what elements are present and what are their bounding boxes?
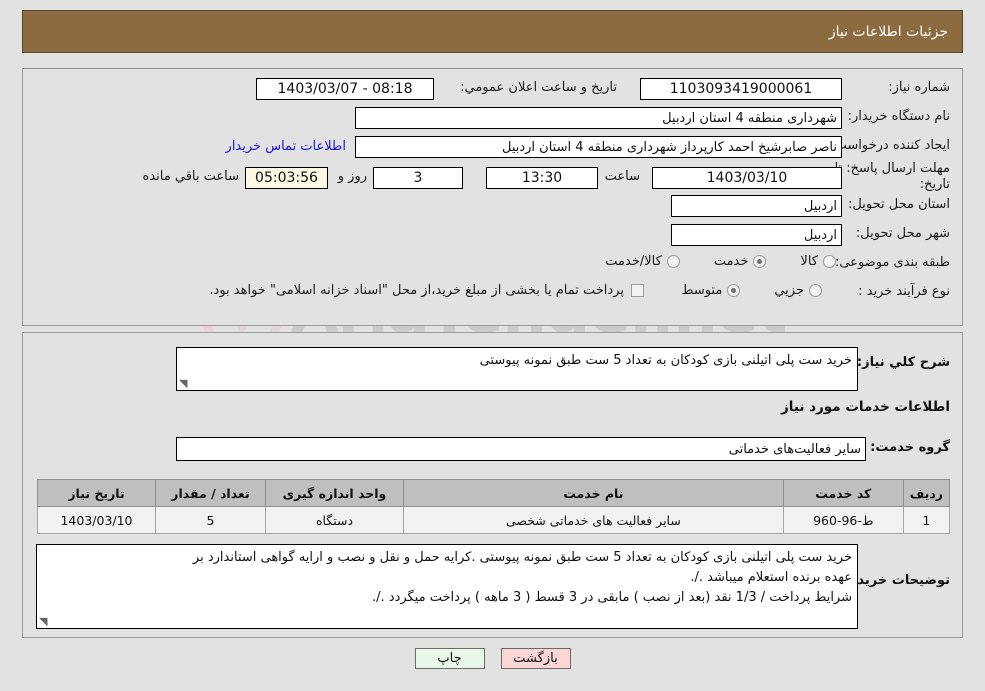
field-category: طبقه بندی موضوعی:	[835, 255, 950, 270]
deadline-time-value: 13:30	[486, 167, 598, 189]
field-delivery-city: شهر محل تحویل:	[856, 226, 950, 241]
field-delivery-province: استان محل تحویل:	[848, 197, 950, 212]
countdown-label-row: ساعت باقي مانده	[143, 169, 239, 184]
resize-grip-icon[interactable]: ◤	[39, 615, 49, 628]
service-group-label: گروه خدمت:	[870, 440, 950, 455]
checkbox-icon[interactable]	[631, 284, 644, 297]
days-label-row: روز و	[338, 169, 367, 184]
window-title-bar: جزئیات اطلاعات نیاز	[22, 10, 963, 53]
days-label: روز و	[337, 169, 367, 184]
summary-textarea[interactable]: خرید ست پلی اتیلنی بازی کودکان به تعداد …	[176, 347, 858, 391]
buyer-notes-textarea[interactable]: خرید ست پلی اتیلنی بازی کودکان به تعداد …	[36, 544, 858, 629]
cell-unit: دستگاه	[265, 506, 404, 534]
category-radio-group: کالا خدمت کالا/خدمت	[605, 254, 836, 269]
treasury-checkbox-label: پرداخت تمام یا بخشی از مبلغ خرید،از محل …	[209, 283, 624, 298]
col-name: نام خدمت	[403, 479, 784, 507]
buyer-notes-line-2: عهده برنده استعلام میباشد ./.	[690, 570, 852, 586]
cell-quantity: 5	[155, 506, 266, 534]
need-number-label: شماره نیاز:	[888, 80, 950, 95]
col-unit: واحد اندازه گیری	[265, 479, 404, 507]
col-code: کد خدمت	[782, 479, 904, 507]
requester-value: ناصر صابرشیخ احمد کارپرداز شهرداری منطقه…	[355, 136, 842, 158]
col-need-date: تاریخ نیاز	[37, 479, 156, 507]
page-title: جزئیات اطلاعات نیاز	[828, 23, 948, 40]
category-label: طبقه بندی موضوعی:	[834, 255, 950, 270]
category-option-label-0: کالا	[800, 254, 818, 269]
deadline-label-line2: تاریخ:	[919, 177, 950, 193]
summary-label-row: شرح كلي نیاز:	[857, 355, 950, 370]
category-option-label-1: خدمت	[713, 254, 749, 269]
cell-index: 1	[902, 506, 951, 534]
radio-icon[interactable]	[823, 255, 836, 268]
footer-button-bar: بازگشت چاپ	[0, 648, 985, 669]
deadline-label-line1: مهلت ارسال پاسخ: تا	[834, 161, 950, 176]
requester-label: ایجاد کننده درخواست:	[830, 138, 950, 153]
public-announce-label-row: تاریخ و ساعت اعلان عمومي:	[460, 80, 617, 95]
cell-name: سایر فعالیت های خدماتی شخصی	[403, 506, 784, 534]
buyer-org-value: شهرداری منطقه 4 استان اردبیل	[355, 107, 842, 129]
delivery-province-label: استان محل تحویل:	[848, 197, 950, 212]
summary-label: شرح كلي نیاز:	[856, 355, 950, 370]
buyer-contact-link-row[interactable]: اطلاعات تماس خریدار	[226, 139, 346, 154]
radio-icon[interactable]	[666, 255, 680, 268]
delivery-city-label: شهر محل تحویل:	[855, 226, 950, 241]
page-root: AriaTender.net جزئیات اطلاعات نیاز شماره…	[0, 0, 985, 691]
category-option-kala-khedmat[interactable]: کالا/خدمت	[605, 254, 680, 269]
process-type-radio-group: جزیي متوسط	[681, 283, 822, 298]
process-option-label-1: متوسط	[681, 283, 723, 298]
remaining-days-value: 3	[373, 167, 463, 189]
delivery-province-value: اردبیل	[671, 195, 842, 217]
category-option-khedmat[interactable]: خدمت	[714, 254, 767, 269]
category-option-kala[interactable]: کالا	[800, 254, 836, 269]
services-section-title: اطلاعات خدمات مورد نیاز	[780, 399, 950, 415]
cell-need-date: 1403/03/10	[37, 506, 156, 534]
need-number-value: 1103093419000061	[640, 78, 842, 100]
cell-code: ط-96-960	[782, 506, 904, 534]
category-option-label-2: کالا/خدمت	[605, 254, 662, 269]
process-option-label-0: جزیي	[774, 283, 804, 298]
services-table: ردیف کد خدمت نام خدمت واحد اندازه گیری ت…	[37, 479, 951, 534]
resize-grip-icon[interactable]: ◤	[179, 377, 189, 390]
delivery-city-value: اردبیل	[671, 224, 842, 246]
field-requester: ایجاد کننده درخواست:	[830, 138, 950, 153]
time-label-row: ساعت	[605, 169, 640, 184]
buyer-org-label: نام دستگاه خریدار:	[847, 109, 950, 124]
public-announce-label: تاریخ و ساعت اعلان عمومي:	[460, 80, 617, 95]
time-label: ساعت	[604, 169, 640, 184]
field-buyer-org: نام دستگاه خریدار:	[848, 109, 950, 124]
radio-icon[interactable]	[809, 284, 822, 297]
field-deadline: مهلت ارسال پاسخ: تا تاریخ:	[835, 161, 950, 194]
print-button[interactable]: چاپ	[414, 648, 485, 669]
process-option-jozi[interactable]: جزیي	[774, 283, 822, 298]
details-panel: شرح كلي نیاز: خرید ست پلی اتیلنی بازی کو…	[22, 332, 963, 638]
treasury-checkbox-row[interactable]: پرداخت تمام یا بخشی از مبلغ خرید،از محل …	[209, 283, 644, 298]
buyer-notes-line-3: شرایط پرداخت / 1/3 نقد (بعد از نصب ) ماب…	[372, 590, 852, 606]
service-group-value: سایر فعالیت‌های خدماتی	[176, 437, 866, 461]
radio-icon[interactable]	[753, 255, 767, 268]
col-index: ردیف	[902, 479, 951, 507]
table-row: 1 ط-96-960 سایر فعالیت های خدماتی شخصی د…	[37, 506, 951, 534]
buyer-notes-line-1: خرید ست پلی اتیلنی بازی کودکان به تعداد …	[192, 550, 852, 565]
process-type-label: نوع فرآیند خرید :	[858, 284, 950, 299]
table-header-row: ردیف کد خدمت نام خدمت واحد اندازه گیری ت…	[37, 479, 951, 507]
service-group-label-row: گروه خدمت:	[870, 440, 950, 455]
field-process-type: نوع فرآیند خرید :	[858, 284, 950, 299]
countdown-label: ساعت باقي مانده	[142, 169, 239, 184]
countdown-value: 05:03:56	[245, 167, 328, 189]
back-button[interactable]: بازگشت	[500, 648, 571, 669]
col-quantity: تعداد / مقدار	[155, 479, 266, 507]
process-option-motevaset[interactable]: متوسط	[681, 283, 741, 298]
field-need-number: شماره نیاز:	[888, 80, 950, 95]
buyer-contact-link[interactable]: اطلاعات تماس خریدار	[226, 139, 346, 154]
need-info-panel: شماره نیاز: 1103093419000061 تاریخ و ساع…	[22, 68, 963, 326]
radio-icon[interactable]	[727, 284, 741, 297]
summary-value: خرید ست پلی اتیلنی بازی کودکان به تعداد …	[479, 353, 852, 368]
deadline-date-value: 1403/03/10	[652, 167, 842, 189]
services-section-title-row: اطلاعات خدمات مورد نیاز	[781, 399, 950, 415]
public-announce-value: 1403/03/07 - 08:18	[256, 78, 434, 100]
